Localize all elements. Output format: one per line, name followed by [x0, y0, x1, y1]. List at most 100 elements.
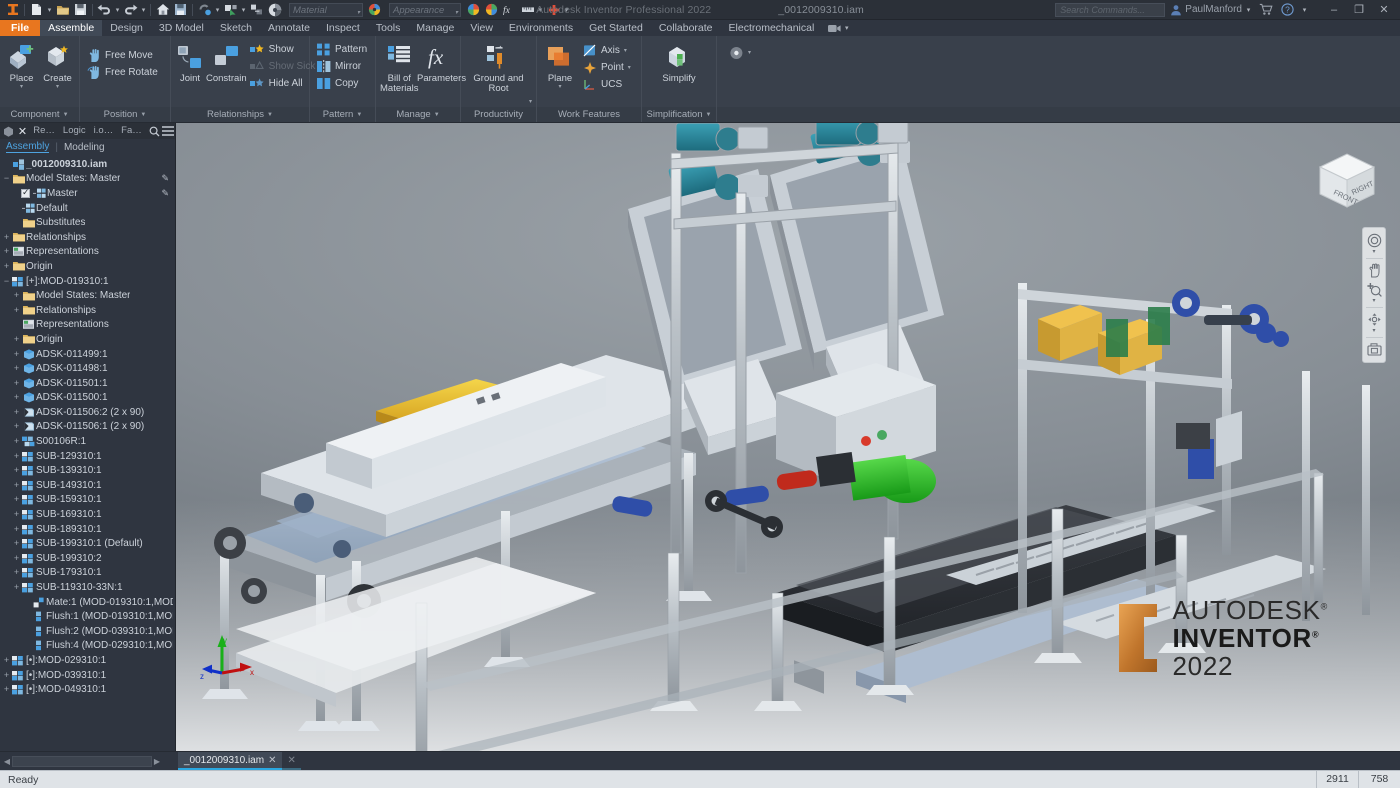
point-button[interactable]: Point ▾ [580, 59, 635, 76]
tree-expand-icon[interactable]: + [2, 232, 11, 242]
browser-tab-logic[interactable]: Logic [59, 123, 90, 139]
tree-node[interactable]: + S00106R:1 [0, 434, 175, 449]
tree-node[interactable]: − [+]:MOD-019310:1 [0, 274, 175, 289]
tree-node[interactable]: Mate:1 (MOD-019310:1,MOD-039310:1 [0, 595, 175, 610]
tree-expand-icon[interactable]: + [12, 364, 21, 373]
tab-collaborate[interactable]: Collaborate [651, 20, 721, 36]
tab-manage[interactable]: Manage [408, 20, 462, 36]
help-icon[interactable]: ? [1279, 2, 1296, 18]
view-cube[interactable]: FRONT RIGHT [1308, 147, 1386, 221]
tree-expand-icon[interactable]: + [2, 261, 11, 271]
tree-node[interactable]: + SUB-159310:1 [0, 493, 175, 508]
model-tab-icon[interactable] [2, 126, 16, 137]
look-at-dropdown-caret[interactable]: ▾ [1372, 328, 1375, 335]
save-as-icon[interactable] [172, 2, 189, 18]
ucs-button[interactable]: UCS [580, 76, 635, 93]
show-relationships-button[interactable]: Show [248, 41, 320, 58]
user-account[interactable]: PaulManford ▾ [1170, 4, 1252, 16]
tree-expand-icon[interactable]: + [12, 495, 21, 504]
tree-node[interactable]: Flush:4 (MOD-029310:1,MOD-019310:: [0, 639, 175, 654]
save-icon[interactable] [72, 2, 89, 18]
tree-node[interactable]: + ADSK-011506:1 (2 x 90) [0, 420, 175, 435]
tree-node[interactable]: + Relationships [0, 230, 175, 245]
panel-manage-dropdown-caret[interactable]: ▼ [434, 112, 440, 118]
browser-tab-io[interactable]: i.o… [90, 123, 118, 139]
document-tab-active[interactable]: _0012009310.iam ✕ [178, 752, 283, 770]
appearance-selector[interactable]: Appearance ▾ [389, 2, 461, 17]
tree-collapse-icon[interactable]: − [2, 276, 11, 286]
tree-expand-icon[interactable]: + [12, 334, 21, 344]
material-dropdown-caret[interactable]: ▾ [357, 7, 360, 16]
tree-node[interactable]: + Origin [0, 259, 175, 274]
edit-pencil-icon[interactable]: ✎ [161, 188, 173, 199]
constrain-button[interactable]: Constrain [206, 39, 247, 84]
tree-expand-icon[interactable]: + [12, 451, 21, 461]
browser-subtab-assembly[interactable]: Assembly [6, 141, 50, 153]
tree-expand-icon[interactable]: + [12, 466, 21, 475]
mirror-button[interactable]: Mirror [314, 58, 371, 75]
close-browser-icon[interactable]: ✕ [16, 125, 30, 138]
tab-tools[interactable]: Tools [368, 20, 409, 36]
pan-hand-icon[interactable] [1363, 261, 1385, 280]
tab-file[interactable]: File [0, 20, 41, 36]
screencast-button[interactable]: ▾ [828, 20, 850, 36]
measure-icon[interactable] [519, 2, 536, 18]
select-dropdown-caret[interactable]: ▾ [240, 6, 247, 14]
browser-search-icon[interactable] [148, 126, 162, 137]
orbit-dropdown-caret[interactable]: ▾ [1372, 249, 1375, 256]
orbit-icon[interactable] [1363, 231, 1385, 250]
tree-node[interactable]: + SUB-179310:1 [0, 566, 175, 581]
appearance-wheel-icon[interactable] [266, 2, 283, 18]
panel-relationships-dropdown-caret[interactable]: ▼ [267, 112, 273, 118]
measure-dropdown-caret[interactable]: ▾ [537, 6, 544, 14]
close-button[interactable]: ✕ [1374, 3, 1394, 16]
panel-position-dropdown-caret[interactable]: ▼ [140, 112, 146, 118]
cart-icon[interactable] [1257, 2, 1274, 18]
simplify-button[interactable]: Simplify [653, 39, 705, 84]
qat-overflow-caret[interactable]: ▾ [563, 6, 570, 14]
tab-get-started[interactable]: Get Started [581, 20, 651, 36]
tab-inspect[interactable]: Inspect [318, 20, 368, 36]
place-component-button[interactable]: Place ▾ [4, 39, 39, 90]
tab-assemble[interactable]: Assemble [40, 20, 103, 36]
bill-of-materials-button[interactable]: Bill of Materials [380, 39, 419, 94]
pattern-button[interactable]: Pattern [314, 41, 371, 58]
tree-node[interactable]: + [•]:MOD-029310:1 [0, 653, 175, 668]
tree-node[interactable]: Master ✎ [0, 186, 175, 201]
tree-collapse-icon[interactable]: − [2, 174, 11, 183]
copy-button[interactable]: Copy [314, 75, 371, 92]
look-at-icon[interactable] [1363, 310, 1385, 329]
tree-node[interactable]: + ADSK-011500:1 [0, 391, 175, 406]
help-dropdown-caret[interactable]: ▾ [1301, 6, 1308, 14]
update-icon[interactable] [196, 2, 213, 18]
zoom-magnifier-icon[interactable] [1363, 280, 1385, 299]
redo-icon[interactable] [122, 2, 139, 18]
tree-node[interactable]: + SUB-199310:2 [0, 551, 175, 566]
document-tab-secondary[interactable]: ✕ [282, 752, 301, 770]
tab-design[interactable]: Design [102, 20, 151, 36]
tree-expand-icon[interactable]: + [2, 670, 11, 680]
tree-node[interactable]: + SUB-189310:1 [0, 522, 175, 537]
appearance-dropdown-caret[interactable]: ▾ [455, 7, 458, 16]
tree-node[interactable]: + Relationships [0, 303, 175, 318]
plane-button[interactable]: Plane ▾ [541, 39, 579, 90]
tab-environments[interactable]: Environments [501, 20, 581, 36]
parameters-button[interactable]: fx Parameters [417, 39, 466, 84]
new-file-icon[interactable] [28, 2, 45, 18]
tree-node[interactable]: Representations [0, 318, 175, 333]
tree-expand-icon[interactable]: + [12, 568, 21, 577]
tree-node[interactable]: Substitutes [0, 215, 175, 230]
scroll-right-arrow[interactable]: ▶ [152, 757, 162, 766]
tree-node[interactable]: − Model States: Master ✎ [0, 172, 175, 187]
add-content-icon[interactable] [545, 2, 562, 18]
tree-node[interactable]: _0012009310.iam [0, 157, 175, 172]
undo-dropdown-caret[interactable]: ▾ [114, 6, 121, 14]
tree-expand-icon[interactable]: + [12, 524, 21, 534]
hide-all-relationships-button[interactable]: Hide All [248, 75, 320, 92]
screencast-dropdown-caret[interactable]: ▾ [843, 24, 850, 32]
tab-annotate[interactable]: Annotate [260, 20, 318, 36]
minimize-button[interactable]: – [1324, 4, 1344, 16]
tab-sketch[interactable]: Sketch [212, 20, 260, 36]
return-icon[interactable] [248, 2, 265, 18]
browser-menu-icon[interactable] [161, 126, 175, 136]
